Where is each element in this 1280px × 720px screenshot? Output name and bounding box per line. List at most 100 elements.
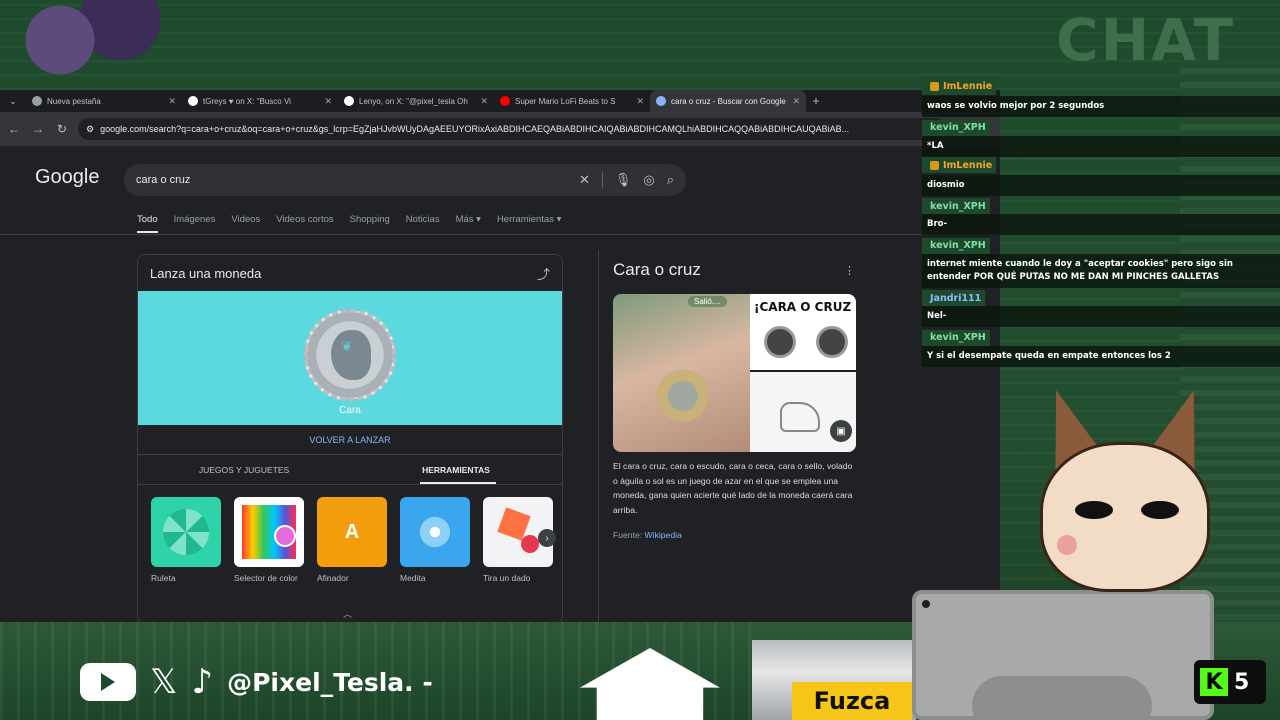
browser-tab[interactable]: tGreys ♥ on X: "Busco Vi ✕	[182, 90, 338, 112]
chat-text: *LA	[922, 135, 1280, 157]
search-nav-tabs: Todo Imágenes Videos Videos cortos Shopping N…	[137, 214, 561, 233]
chat-username-row: kevin_XPH	[922, 119, 990, 136]
search-nav-tab[interactable]: Más ▾	[456, 214, 481, 233]
chat-message: kevin_XPH Bro-	[922, 196, 1280, 235]
tab-favicon-icon	[344, 96, 354, 106]
knowledge-panel-images[interactable]: Salió.... ¡CARA O CRUZ ▣	[613, 294, 856, 452]
knowledge-panel-description: El cara o cruz, cara o escudo, cara o ce…	[613, 461, 853, 515]
tab-close-icon[interactable]: ✕	[168, 96, 176, 107]
chevron-right-icon[interactable]: ›	[538, 529, 556, 547]
coin-hand-photo[interactable]: Salió....	[613, 294, 750, 452]
coin-photo	[657, 370, 709, 422]
tab-favicon-icon	[32, 96, 42, 106]
new-tab-button[interactable]: +	[806, 94, 826, 108]
browser-tab[interactable]: Lenyo, on X: "@pixel_tesla Oh ✕	[338, 90, 494, 112]
chat-message: kevin_XPH Y si el desempate queda en empa…	[922, 327, 1280, 367]
chevron-up-icon[interactable]: ︿	[343, 607, 352, 620]
tool-label: Selector de color	[234, 573, 298, 583]
browser-window: ⌄ Nueva pestaña ✕ tGreys ♥ on X: "Busco Vi…	[0, 90, 1000, 622]
source-label: Fuente:	[613, 530, 643, 540]
wheel-icon	[151, 497, 221, 567]
kick-icon: K	[1200, 668, 1228, 696]
coin-flip-card: Lanza una moneda ⤴ ❦ Cara VOLVER A LANZA…	[137, 254, 563, 622]
browser-tab[interactable]: Nueva pestaña ✕	[26, 90, 182, 112]
tab-close-icon[interactable]: ✕	[792, 96, 800, 107]
tab-label: tGreys ♥ on X: "Busco Vi	[203, 96, 291, 106]
tool-afinador[interactable]: A Afinador	[317, 497, 387, 583]
tab-juegos[interactable]: JUEGOS Y JUGUETES	[138, 455, 350, 484]
snack-brand: Fuzca	[792, 682, 912, 720]
chat-message: kevin_XPH *LA	[922, 117, 1280, 157]
tab-label: Lenyo, on X: "@pixel_tesla Oh	[359, 96, 468, 106]
vtuber-avatar	[1020, 388, 1230, 598]
back-icon[interactable]: ←	[6, 122, 22, 136]
tab-label: Super Mario LoFi Beats to S	[515, 96, 616, 106]
tools-carousel: Ruleta Selector de color A Afinador Medi…	[138, 485, 562, 583]
clear-icon[interactable]: ✕	[579, 172, 590, 188]
avatar-eye-left	[1075, 501, 1113, 519]
avatar-eye-right	[1141, 501, 1179, 519]
search-nav-tab[interactable]: Shopping	[350, 214, 390, 233]
site-info-icon[interactable]: ⚙	[86, 124, 94, 135]
share-icon[interactable]: ⤴	[537, 264, 550, 283]
coin-heads-illustration	[764, 326, 796, 358]
tab-search-icon[interactable]: ⌄	[0, 96, 26, 107]
tool-color-picker[interactable]: Selector de color	[234, 497, 304, 583]
search-icon[interactable]: ⌕	[667, 172, 674, 188]
knowledge-panel-source: Fuente: Wikipedia	[613, 530, 682, 540]
coin-toss-illustration[interactable]: ▣	[750, 372, 856, 452]
search-nav-tab[interactable]: Videos	[231, 214, 260, 233]
chat-text: waos se volvio mejor por 2 segundos	[922, 96, 1280, 117]
character-art-top-left	[0, 0, 180, 92]
chat-panel: ImLennie waos se volvio mejor por 2 segun…	[922, 78, 1280, 367]
tab-close-icon[interactable]: ✕	[324, 96, 332, 107]
snack-bag: Fuzca	[752, 640, 916, 720]
image-gallery-icon[interactable]: ▣	[830, 420, 852, 442]
chat-username-row: kevin_XPH	[922, 198, 990, 214]
tab-close-icon[interactable]: ✕	[636, 96, 644, 107]
lens-icon[interactable]: ◎	[643, 172, 654, 188]
search-nav-tab[interactable]: Herramientas ▾	[497, 214, 561, 233]
address-bar: ← → ↻ ⚙ google.com/search?q=cara+o+cruz&…	[0, 112, 1000, 146]
search-input[interactable]: cara o cruz ✕ 🎙 ◎ ⌕	[124, 164, 686, 196]
search-nav-tab[interactable]: Noticias	[406, 214, 440, 233]
search-nav-tab[interactable]: Todo	[137, 214, 158, 233]
tool-ruleta[interactable]: Ruleta	[151, 497, 221, 583]
tuner-icon: A	[317, 497, 387, 567]
google-logo[interactable]: Google	[35, 166, 100, 189]
search-nav-tab[interactable]: Videos cortos	[276, 214, 333, 233]
search-nav-tab[interactable]: Imágenes	[174, 214, 216, 233]
wikipedia-link[interactable]: Wikipedia	[645, 530, 682, 540]
coin-heads-icon[interactable]: ❦	[304, 309, 396, 401]
microphone-icon[interactable]: 🎙	[615, 172, 632, 188]
url-field[interactable]: ⚙ google.com/search?q=cara+o+cruz&oq=car…	[78, 118, 946, 140]
cara-o-cruz-illustration[interactable]: ¡CARA O CRUZ	[750, 294, 856, 372]
social-links: 𝕏 ♪ @Pixel_Tesla. -	[80, 662, 433, 702]
tablet-device	[912, 590, 1214, 720]
reload-icon[interactable]: ↻	[54, 122, 70, 136]
avatar-cheek	[1057, 535, 1077, 555]
chat-username: kevin_XPH	[930, 200, 986, 212]
chat-text: diosmio	[922, 174, 1280, 196]
chat-username: kevin_XPH	[930, 240, 986, 251]
hand-drawing	[780, 402, 820, 432]
forward-icon[interactable]: →	[30, 122, 46, 136]
tool-label: Tira un dado	[483, 573, 531, 583]
tab-label: Nueva pestaña	[47, 96, 101, 106]
coin-display[interactable]: ❦ Cara	[138, 291, 562, 425]
tab-herramientas[interactable]: HERRAMIENTAS	[350, 455, 562, 484]
avatar-face	[1040, 442, 1210, 592]
browser-tab[interactable]: Super Mario LoFi Beats to S ✕	[494, 90, 650, 112]
chat-username: Jandri111	[930, 292, 982, 304]
chat-username-row: kevin_XPH	[922, 237, 990, 254]
more-options-icon[interactable]: ⋮	[844, 264, 855, 277]
tool-label: Afinador	[317, 573, 349, 583]
tool-label: Ruleta	[151, 573, 176, 583]
browser-tab[interactable]: cara o cruz - Buscar con Google ✕	[650, 90, 806, 112]
search-query[interactable]: cara o cruz	[136, 174, 567, 186]
tab-close-icon[interactable]: ✕	[480, 96, 488, 107]
chat-message: ImLennie waos se volvio mejor por 2 segun…	[922, 78, 1280, 117]
search-divider	[601, 172, 603, 188]
tool-medita[interactable]: Medita	[400, 497, 470, 583]
flip-again-button[interactable]: VOLVER A LANZAR	[138, 425, 562, 455]
